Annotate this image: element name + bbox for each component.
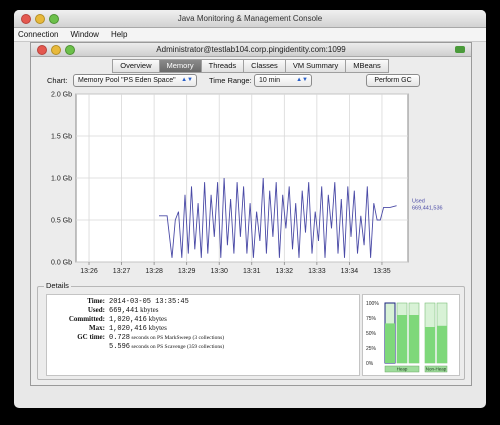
minimize-button[interactable] bbox=[35, 14, 45, 24]
details-unit: seconds on PS MarkSweep (3 collections) bbox=[130, 335, 225, 341]
details-unit: kbytes bbox=[146, 315, 167, 323]
memory-pool-bar-fill bbox=[437, 325, 447, 363]
x-tick-label: 13:29 bbox=[178, 268, 196, 275]
x-tick-label: 13:27 bbox=[113, 268, 131, 275]
details-text: Time: 2014-03-05 13:35:45 Used: 669,441 kby… bbox=[46, 294, 360, 376]
bar-axis-label: 0% bbox=[366, 361, 374, 367]
bar-axis-label: 75% bbox=[366, 316, 377, 322]
details-key: GC time: bbox=[77, 333, 105, 341]
app-window: Java Monitoring & Management Console Con… bbox=[14, 10, 486, 408]
y-tick-label: 0.0 Gb bbox=[51, 260, 72, 267]
y-tick-label: 0.5 Gb bbox=[51, 218, 72, 225]
details-unit: kbytes bbox=[138, 306, 159, 314]
x-tick-label: 13:32 bbox=[276, 268, 294, 275]
details-key: Max: bbox=[89, 324, 105, 332]
bar-axis-label: 100% bbox=[366, 301, 379, 307]
x-tick-label: 13:35 bbox=[373, 268, 391, 275]
x-tick-label: 13:34 bbox=[341, 268, 359, 275]
details-value-cell: 5.596 seconds on PS Scavenge (359 collec… bbox=[109, 342, 224, 352]
menu-bar: Connection Window Help bbox=[14, 28, 486, 42]
connection-window: Administrator@testlab104.corp.pingidenti… bbox=[30, 42, 472, 386]
x-tick-label: 13:30 bbox=[210, 268, 228, 275]
details-title: Details bbox=[44, 281, 71, 290]
app-titlebar: Java Monitoring & Management Console bbox=[14, 10, 486, 28]
series-label: Used bbox=[412, 199, 425, 205]
details-key: Used: bbox=[87, 306, 105, 314]
close-button[interactable] bbox=[21, 14, 31, 24]
details-value: 5.596 bbox=[109, 343, 131, 351]
details-unit: seconds on PS Scavenge (359 collections) bbox=[130, 344, 225, 350]
details-key: Time: bbox=[87, 297, 105, 305]
x-tick-label: 13:28 bbox=[145, 268, 163, 275]
memory-pool-bar-fill bbox=[425, 327, 435, 363]
details-value: 669,441 bbox=[109, 307, 139, 315]
series-value-label: 669,441,536 bbox=[412, 206, 443, 212]
memory-pool-bar-fill bbox=[397, 315, 407, 363]
details-value: 1,020,416 bbox=[109, 325, 147, 333]
x-tick-label: 13:26 bbox=[80, 268, 98, 275]
y-tick-label: 1.0 Gb bbox=[51, 176, 72, 183]
details-value: 1,020,416 bbox=[109, 316, 147, 324]
bar-axis-label: 50% bbox=[366, 331, 377, 337]
details-value: 0.728 bbox=[109, 334, 131, 342]
menu-window[interactable]: Window bbox=[70, 28, 98, 41]
details-panel: Details Time: 2014-03-05 13:35:45 Used: 669… bbox=[37, 281, 465, 380]
menu-connection[interactable]: Connection bbox=[18, 28, 58, 41]
x-tick-label: 13:31 bbox=[243, 268, 261, 275]
x-tick-label: 13:33 bbox=[308, 268, 326, 275]
bar-group-label: Heap bbox=[397, 367, 408, 372]
memory-bars-panel: 100% 75% 50% 25% 0% Heap Non-Heap bbox=[362, 294, 460, 376]
details-unit: kbytes bbox=[146, 324, 167, 332]
memory-pool-bar-fill bbox=[385, 323, 395, 363]
zoom-button[interactable] bbox=[49, 14, 59, 24]
window-controls bbox=[21, 14, 59, 24]
app-title: Java Monitoring & Management Console bbox=[177, 14, 323, 23]
memory-bars-chart: 100% 75% 50% 25% 0% Heap Non-Heap bbox=[366, 301, 448, 373]
details-key: Committed: bbox=[68, 315, 105, 323]
memory-pool-bar-fill bbox=[409, 315, 419, 363]
memory-chart: 2.0 Gb 1.5 Gb 1.0 Gb 0.5 Gb 0.0 Gb 13:26 13:27… bbox=[51, 92, 443, 276]
details-value: 2014-03-05 13:35:45 bbox=[109, 298, 189, 306]
y-tick-label: 1.5 Gb bbox=[51, 134, 72, 141]
menu-help[interactable]: Help bbox=[111, 28, 127, 41]
bar-axis-label: 25% bbox=[366, 346, 377, 352]
bar-group-label: Non-Heap bbox=[426, 367, 447, 372]
y-tick-label: 2.0 Gb bbox=[51, 92, 72, 99]
